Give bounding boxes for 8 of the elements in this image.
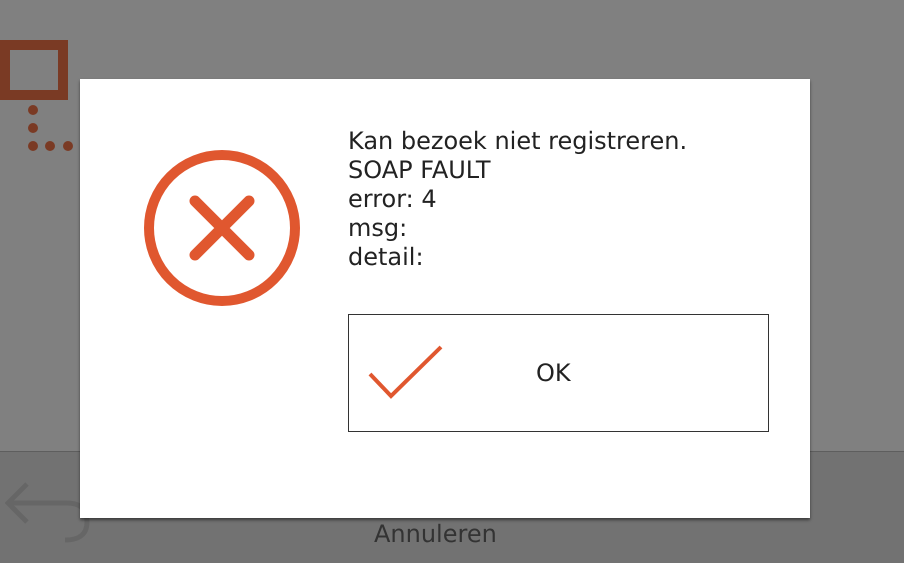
message-line: error: 4 — [348, 185, 438, 214]
message-line: msg: — [348, 214, 408, 243]
message-line: detail: — [348, 243, 425, 272]
ok-button[interactable]: OK — [348, 314, 769, 432]
message-line: Kan bezoek niet registreren. — [348, 127, 688, 156]
message-line: SOAP FAULT — [348, 156, 492, 185]
back-arrow-icon[interactable] — [5, 482, 91, 544]
error-icon — [143, 149, 301, 307]
